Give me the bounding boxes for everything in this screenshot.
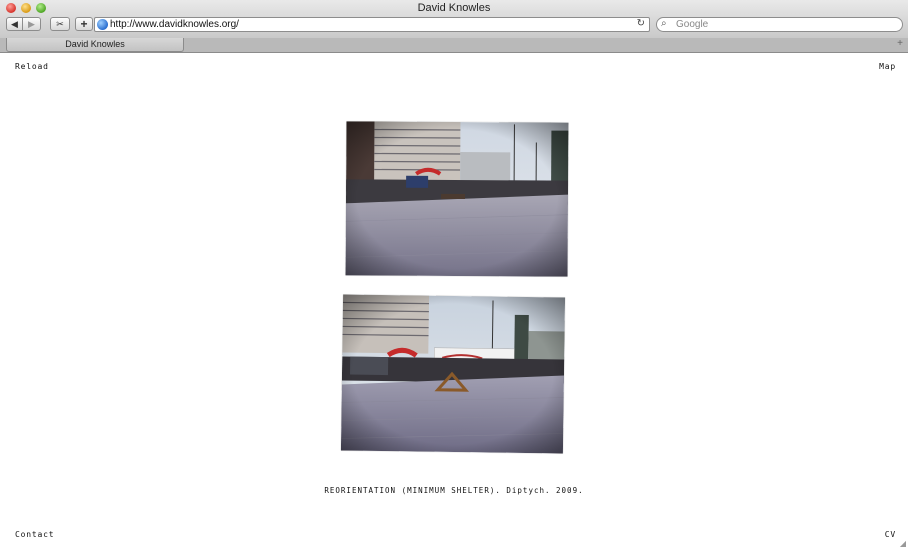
search-field[interactable]: ⌕ Google <box>656 17 903 32</box>
map-link[interactable]: Map <box>879 62 896 71</box>
resize-grip-icon[interactable]: ◢ <box>900 539 906 548</box>
diptych-photo-top[interactable] <box>345 121 569 277</box>
forward-button[interactable]: ▶ <box>23 17 41 31</box>
diptych-photo-bottom[interactable] <box>340 294 566 454</box>
reload-link[interactable]: Reload <box>15 62 49 71</box>
browser-toolbar: David Knowles ◀ ▶ ✂ + http://www.davidkn… <box>0 0 908 39</box>
forward-arrow-icon: ▶ <box>28 18 35 29</box>
window-title: David Knowles <box>417 2 491 14</box>
plus-icon: + <box>80 17 88 31</box>
search-icon[interactable]: ⌕ <box>661 18 667 29</box>
tab-bar: David Knowles + <box>0 38 908 53</box>
add-bookmark-button[interactable]: + <box>75 17 93 31</box>
url-text[interactable]: http://www.davidknowles.org/ <box>110 19 239 30</box>
globe-icon <box>97 19 108 30</box>
contact-link[interactable]: Contact <box>15 530 54 539</box>
reload-icon[interactable]: ↻ <box>637 18 645 29</box>
cv-link[interactable]: CV <box>885 530 896 539</box>
street-photo-image <box>340 294 566 454</box>
back-button[interactable]: ◀ <box>6 17 23 31</box>
address-bar[interactable]: http://www.davidknowles.org/ ↻ <box>94 17 650 32</box>
street-photo-image <box>345 121 569 277</box>
tab-david-knowles[interactable]: David Knowles <box>6 38 184 52</box>
snapback-icon: ✂ <box>56 18 64 29</box>
back-arrow-icon: ◀ <box>11 18 18 29</box>
artwork-caption: REORIENTATION (MINIMUM SHELTER). Diptych… <box>324 486 584 495</box>
snapback-button[interactable]: ✂ <box>50 17 70 31</box>
new-tab-icon[interactable]: + <box>897 38 903 49</box>
search-placeholder[interactable]: Google <box>676 19 708 30</box>
